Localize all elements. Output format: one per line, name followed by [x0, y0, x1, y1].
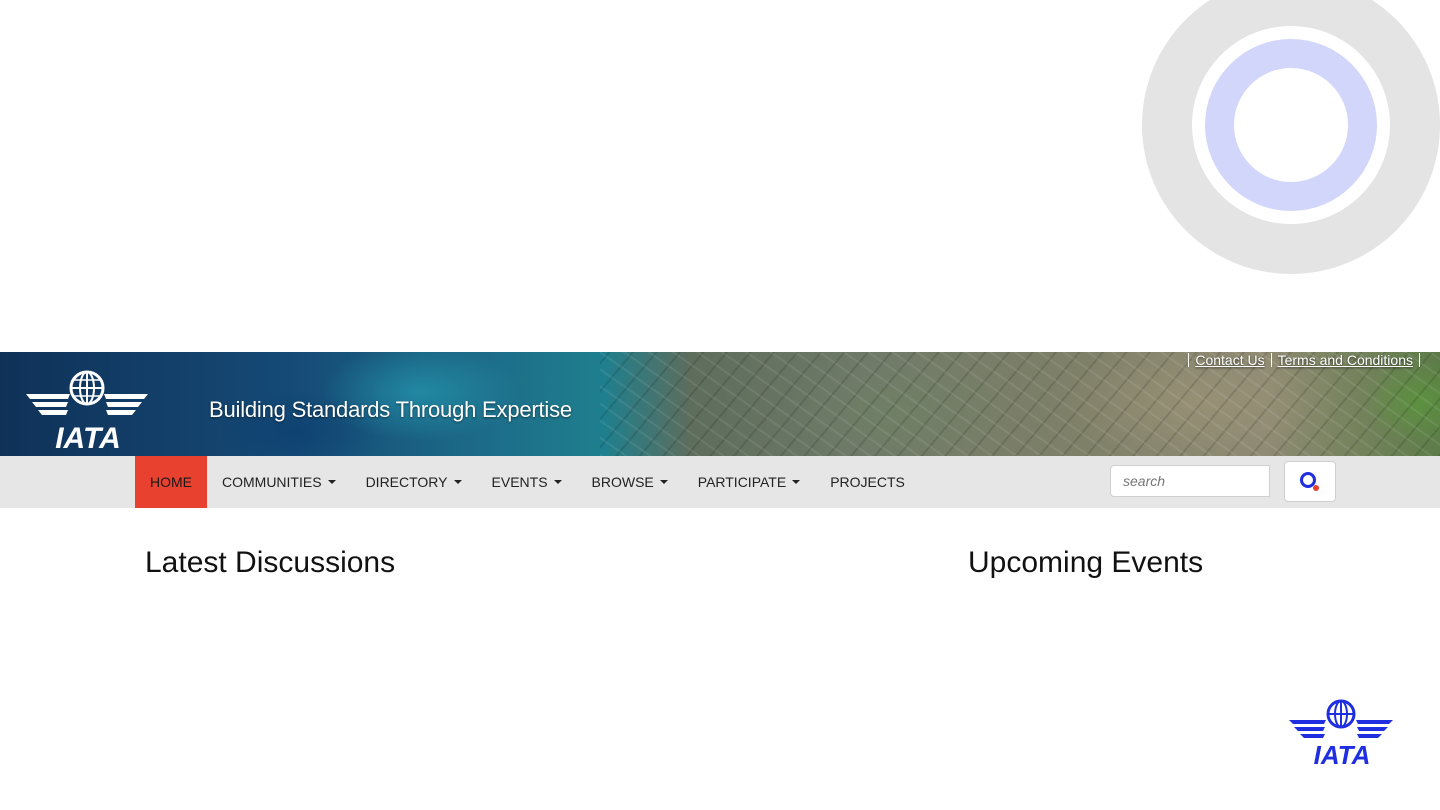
latest-discussions-heading: Latest Discussions: [145, 546, 396, 579]
tagline: Building Standards Through Expertise: [209, 397, 572, 422]
nav-item-communities[interactable]: COMMUNITIES: [207, 456, 351, 508]
nav-item-directory[interactable]: DIRECTORY: [351, 456, 477, 508]
nav-item-home[interactable]: HOME: [135, 456, 207, 508]
nav-item-browse[interactable]: BROWSE: [577, 456, 683, 508]
upcoming-events-heading: Upcoming Events: [968, 546, 1204, 579]
nav-item-label: COMMUNITIES: [222, 474, 322, 490]
nav-item-label: BROWSE: [591, 474, 654, 490]
caret-down-icon: [327, 480, 336, 484]
nav-item-label: EVENTS: [491, 474, 548, 490]
nav-item-label: PROJECTS: [830, 474, 905, 490]
search-input[interactable]: [1110, 465, 1270, 497]
decorative-ring-hole: [1234, 68, 1348, 182]
nav-item-participate[interactable]: PARTICIPATE: [683, 456, 815, 508]
caret-down-icon: [792, 480, 801, 484]
nav-item-projects[interactable]: PROJECTS: [815, 456, 920, 508]
terms-and-conditions-link[interactable]: Terms and Conditions: [1272, 352, 1419, 368]
contact-us-link[interactable]: Contact Us: [1189, 352, 1270, 368]
nav-item-events[interactable]: EVENTS: [477, 456, 577, 508]
caret-down-icon: [553, 480, 562, 484]
nav-item-label: DIRECTORY: [365, 474, 448, 490]
caret-down-icon: [659, 480, 668, 484]
nav-menu: HOME COMMUNITIES DIRECTORY EVENTS BROWSE…: [135, 456, 920, 508]
nav-item-label: PARTICIPATE: [697, 474, 787, 490]
search-button[interactable]: [1284, 461, 1336, 502]
nav-item-label: HOME: [150, 474, 192, 490]
search-icon: [1300, 471, 1319, 491]
iata-footer-logo-text: IATA: [1314, 740, 1371, 766]
caret-down-icon: [453, 480, 462, 484]
link-separator: [1419, 353, 1420, 367]
iata-logo-footer: IATA: [1289, 699, 1393, 766]
iata-logo[interactable]: IATA: [24, 370, 150, 450]
header-banner: IATA Building Standards Through Expertis…: [0, 352, 1440, 456]
iata-logo-text: IATA: [55, 422, 121, 450]
top-links: Contact Us Terms and Conditions: [1188, 352, 1420, 368]
